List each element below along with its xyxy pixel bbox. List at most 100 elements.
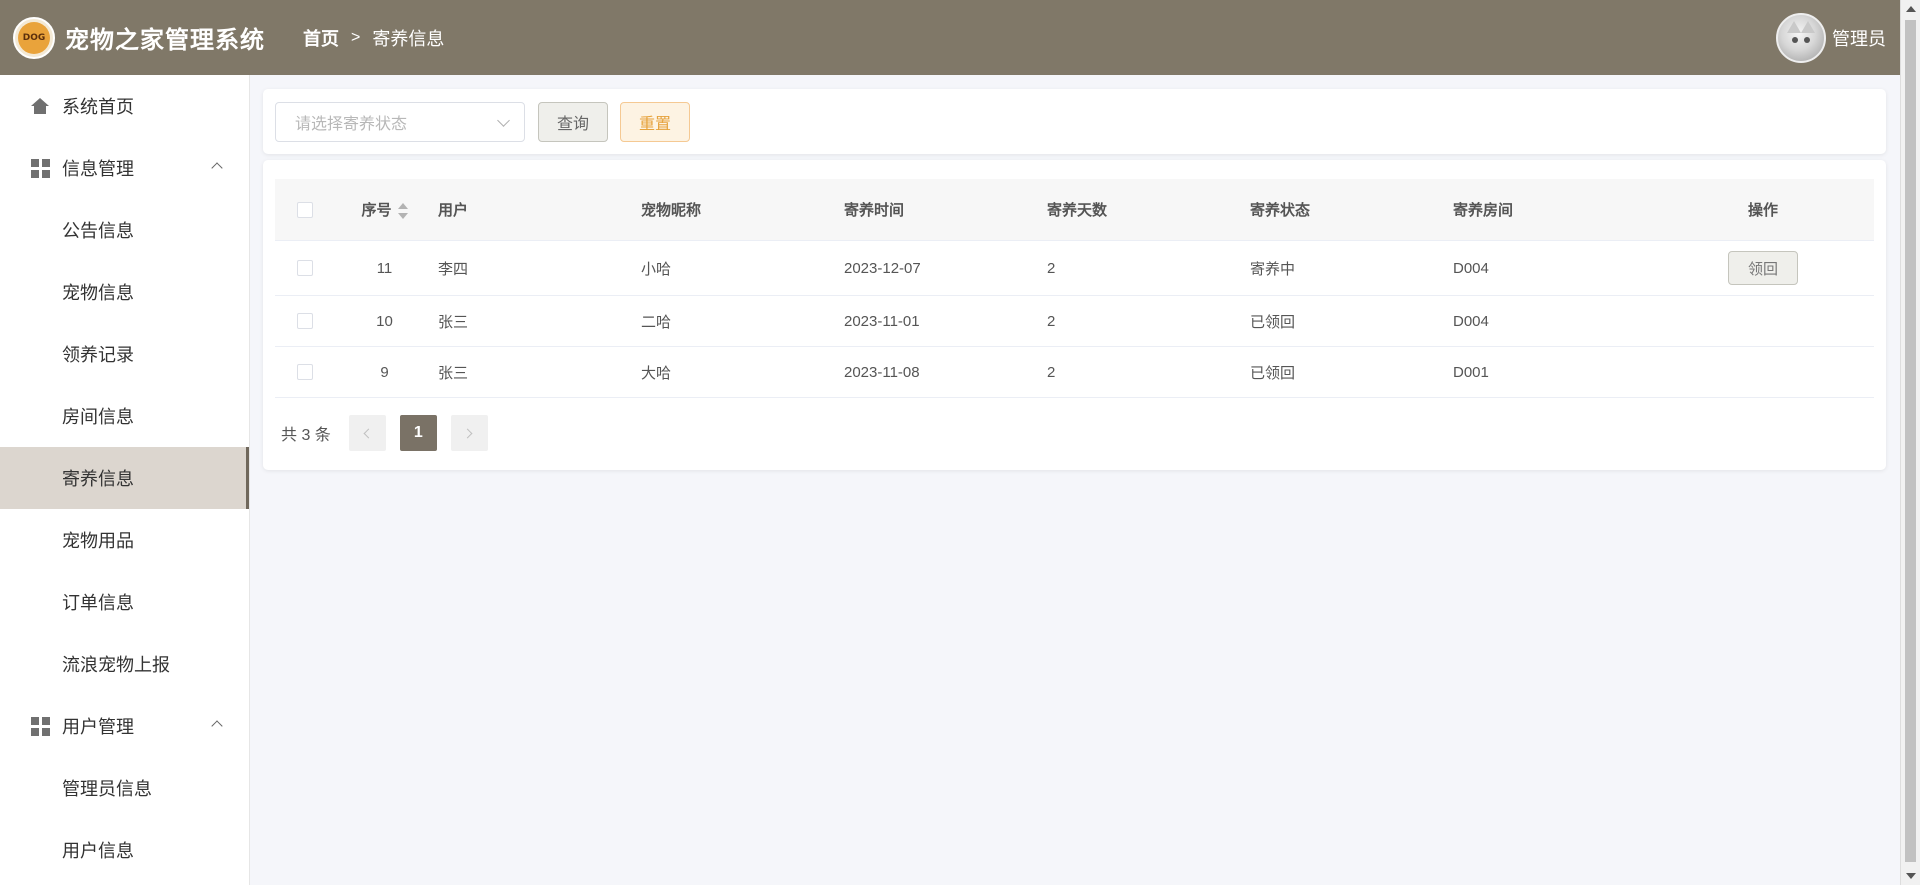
column-header-actions: 操作 xyxy=(1747,202,1778,219)
sort-icon[interactable] xyxy=(397,203,408,220)
reclaim-button[interactable]: 领回 xyxy=(1728,251,1798,285)
boarding-table: 序号 用户 宠物昵称 寄养时间 寄养天数 寄养状态 寄养房间 操作 11 李四 … xyxy=(275,179,1874,398)
column-header-id[interactable]: 序号 xyxy=(335,199,434,220)
cell-id: 10 xyxy=(376,312,393,330)
sidebar-item-user-info[interactable]: 用户信息 xyxy=(0,819,249,881)
sidebar-item-boarding-info[interactable]: 寄养信息 xyxy=(0,447,249,509)
breadcrumb-home[interactable]: 首页 xyxy=(303,25,339,51)
sidebar-item-admin-info[interactable]: 管理员信息 xyxy=(0,757,249,819)
sidebar: 系统首页 信息管理 公告信息 宠物信息 领养记录 房间信息 寄养信息 宠物用品 … xyxy=(0,75,250,885)
sidebar-group-users[interactable]: 用户管理 xyxy=(0,695,249,757)
cell-pet-name: 二哈 xyxy=(641,313,672,331)
sidebar-item-label: 寄养信息 xyxy=(62,469,134,489)
cell-boarding-status: 已领回 xyxy=(1250,313,1296,331)
sidebar-item-label: 系统首页 xyxy=(62,97,134,117)
cell-boarding-status: 寄养中 xyxy=(1250,260,1296,278)
sidebar-item-label: 管理员信息 xyxy=(62,779,152,799)
dog-logo-icon: DOG xyxy=(18,21,50,54)
row-checkbox[interactable] xyxy=(297,260,313,276)
cell-id: 11 xyxy=(376,259,393,277)
row-checkbox[interactable] xyxy=(297,364,313,380)
breadcrumb-separator-icon: > xyxy=(351,28,361,46)
next-page-button[interactable] xyxy=(450,415,488,451)
chevron-up-icon xyxy=(211,720,223,732)
table-card: 序号 用户 宠物昵称 寄养时间 寄养天数 寄养状态 寄养房间 操作 11 李四 … xyxy=(263,160,1886,470)
cell-pet-name: 大哈 xyxy=(641,364,672,382)
top-header: DOG 宠物之家管理系统 首页 > 寄养信息 管理员 xyxy=(0,0,1900,75)
cell-boarding-time: 2023-11-08 xyxy=(844,363,920,381)
select-all-checkbox[interactable] xyxy=(297,201,313,218)
sidebar-item-label: 用户信息 xyxy=(62,841,134,861)
cell-user: 张三 xyxy=(438,364,469,382)
pagination-total: 共 3 条 xyxy=(281,427,331,444)
table-row: 10 张三 二哈 2023-11-01 2 已领回 D004 xyxy=(275,296,1874,347)
column-header-boarding-days: 寄养天数 xyxy=(1047,202,1108,219)
cell-boarding-days: 2 xyxy=(1047,259,1056,277)
user-menu[interactable]: 管理员 xyxy=(1776,0,1886,75)
cell-boarding-status: 已领回 xyxy=(1250,364,1296,382)
home-icon xyxy=(30,96,50,116)
chevron-down-icon xyxy=(497,114,510,127)
grid-icon xyxy=(30,158,50,178)
sidebar-group-info[interactable]: 信息管理 xyxy=(0,137,249,199)
app-title: 宠物之家管理系统 xyxy=(65,27,265,54)
page-scrollbar[interactable] xyxy=(1900,0,1920,885)
user-name[interactable]: 管理员 xyxy=(1832,25,1886,51)
cell-id: 9 xyxy=(380,363,389,381)
cell-boarding-time: 2023-11-01 xyxy=(844,312,920,330)
column-header-boarding-room: 寄养房间 xyxy=(1453,202,1514,219)
sidebar-item-announcement[interactable]: 公告信息 xyxy=(0,199,249,261)
sidebar-group-label: 用户管理 xyxy=(62,717,134,737)
status-select[interactable]: 请选择寄养状态 xyxy=(275,102,525,142)
search-card: 请选择寄养状态 查询 重置 xyxy=(263,89,1886,154)
row-checkbox-cell xyxy=(275,260,335,276)
scroll-up-icon[interactable] xyxy=(1906,6,1916,12)
sidebar-item-label: 宠物信息 xyxy=(62,283,134,303)
pagination: 共 3 条 1 xyxy=(281,415,502,451)
cell-actions: 领回 xyxy=(1652,251,1874,285)
status-select-placeholder: 请选择寄养状态 xyxy=(295,116,408,133)
page-number-button[interactable]: 1 xyxy=(399,415,437,451)
row-checkbox[interactable] xyxy=(297,313,313,329)
cell-boarding-room: D004 xyxy=(1453,259,1489,277)
avatar[interactable] xyxy=(1776,12,1826,63)
column-header-pet-name: 宠物昵称 xyxy=(641,202,702,219)
breadcrumb: 首页 > 寄养信息 xyxy=(303,25,444,51)
logo: DOG xyxy=(13,16,55,59)
sidebar-item-label: 宠物用品 xyxy=(62,531,134,551)
sidebar-item-adoption-records[interactable]: 领养记录 xyxy=(0,323,249,385)
table-row: 9 张三 大哈 2023-11-08 2 已领回 D001 xyxy=(275,347,1874,398)
sidebar-item-label: 领养记录 xyxy=(62,345,134,365)
sidebar-item-label: 房间信息 xyxy=(62,407,134,427)
sidebar-item-pet-info[interactable]: 宠物信息 xyxy=(0,261,249,323)
cell-boarding-room: D001 xyxy=(1453,363,1489,381)
chevron-up-icon xyxy=(211,162,223,174)
query-button[interactable]: 查询 xyxy=(538,102,608,142)
sidebar-item-label: 订单信息 xyxy=(62,593,134,613)
sidebar-item-stray-report[interactable]: 流浪宠物上报 xyxy=(0,633,249,695)
column-header-user: 用户 xyxy=(438,202,469,219)
cell-user: 张三 xyxy=(438,313,469,331)
cell-user: 李四 xyxy=(438,260,469,278)
breadcrumb-current: 寄养信息 xyxy=(372,28,445,49)
column-header-boarding-time: 寄养时间 xyxy=(844,202,905,219)
sidebar-item-label: 流浪宠物上报 xyxy=(62,655,170,675)
table-row: 11 李四 小哈 2023-12-07 2 寄养中 D004 领回 xyxy=(275,241,1874,296)
prev-page-button[interactable] xyxy=(348,415,386,451)
scrollbar-thumb[interactable] xyxy=(1905,20,1916,862)
reset-button[interactable]: 重置 xyxy=(620,102,690,142)
sidebar-item-label: 公告信息 xyxy=(62,221,134,241)
table-header: 序号 用户 宠物昵称 寄养时间 寄养天数 寄养状态 寄养房间 操作 xyxy=(275,179,1874,241)
sidebar-item-home[interactable]: 系统首页 xyxy=(0,75,249,137)
sidebar-item-order-info[interactable]: 订单信息 xyxy=(0,571,249,633)
cell-boarding-room: D004 xyxy=(1453,312,1489,330)
grid-icon xyxy=(30,716,50,736)
row-checkbox-cell xyxy=(275,364,335,380)
scroll-down-icon[interactable] xyxy=(1906,873,1916,879)
sidebar-group-label: 信息管理 xyxy=(62,159,134,179)
cell-pet-name: 小哈 xyxy=(641,260,672,278)
sidebar-item-room-info[interactable]: 房间信息 xyxy=(0,385,249,447)
chevron-left-icon xyxy=(363,428,374,438)
sidebar-item-pet-supplies[interactable]: 宠物用品 xyxy=(0,509,249,571)
cell-boarding-days: 2 xyxy=(1047,363,1056,381)
